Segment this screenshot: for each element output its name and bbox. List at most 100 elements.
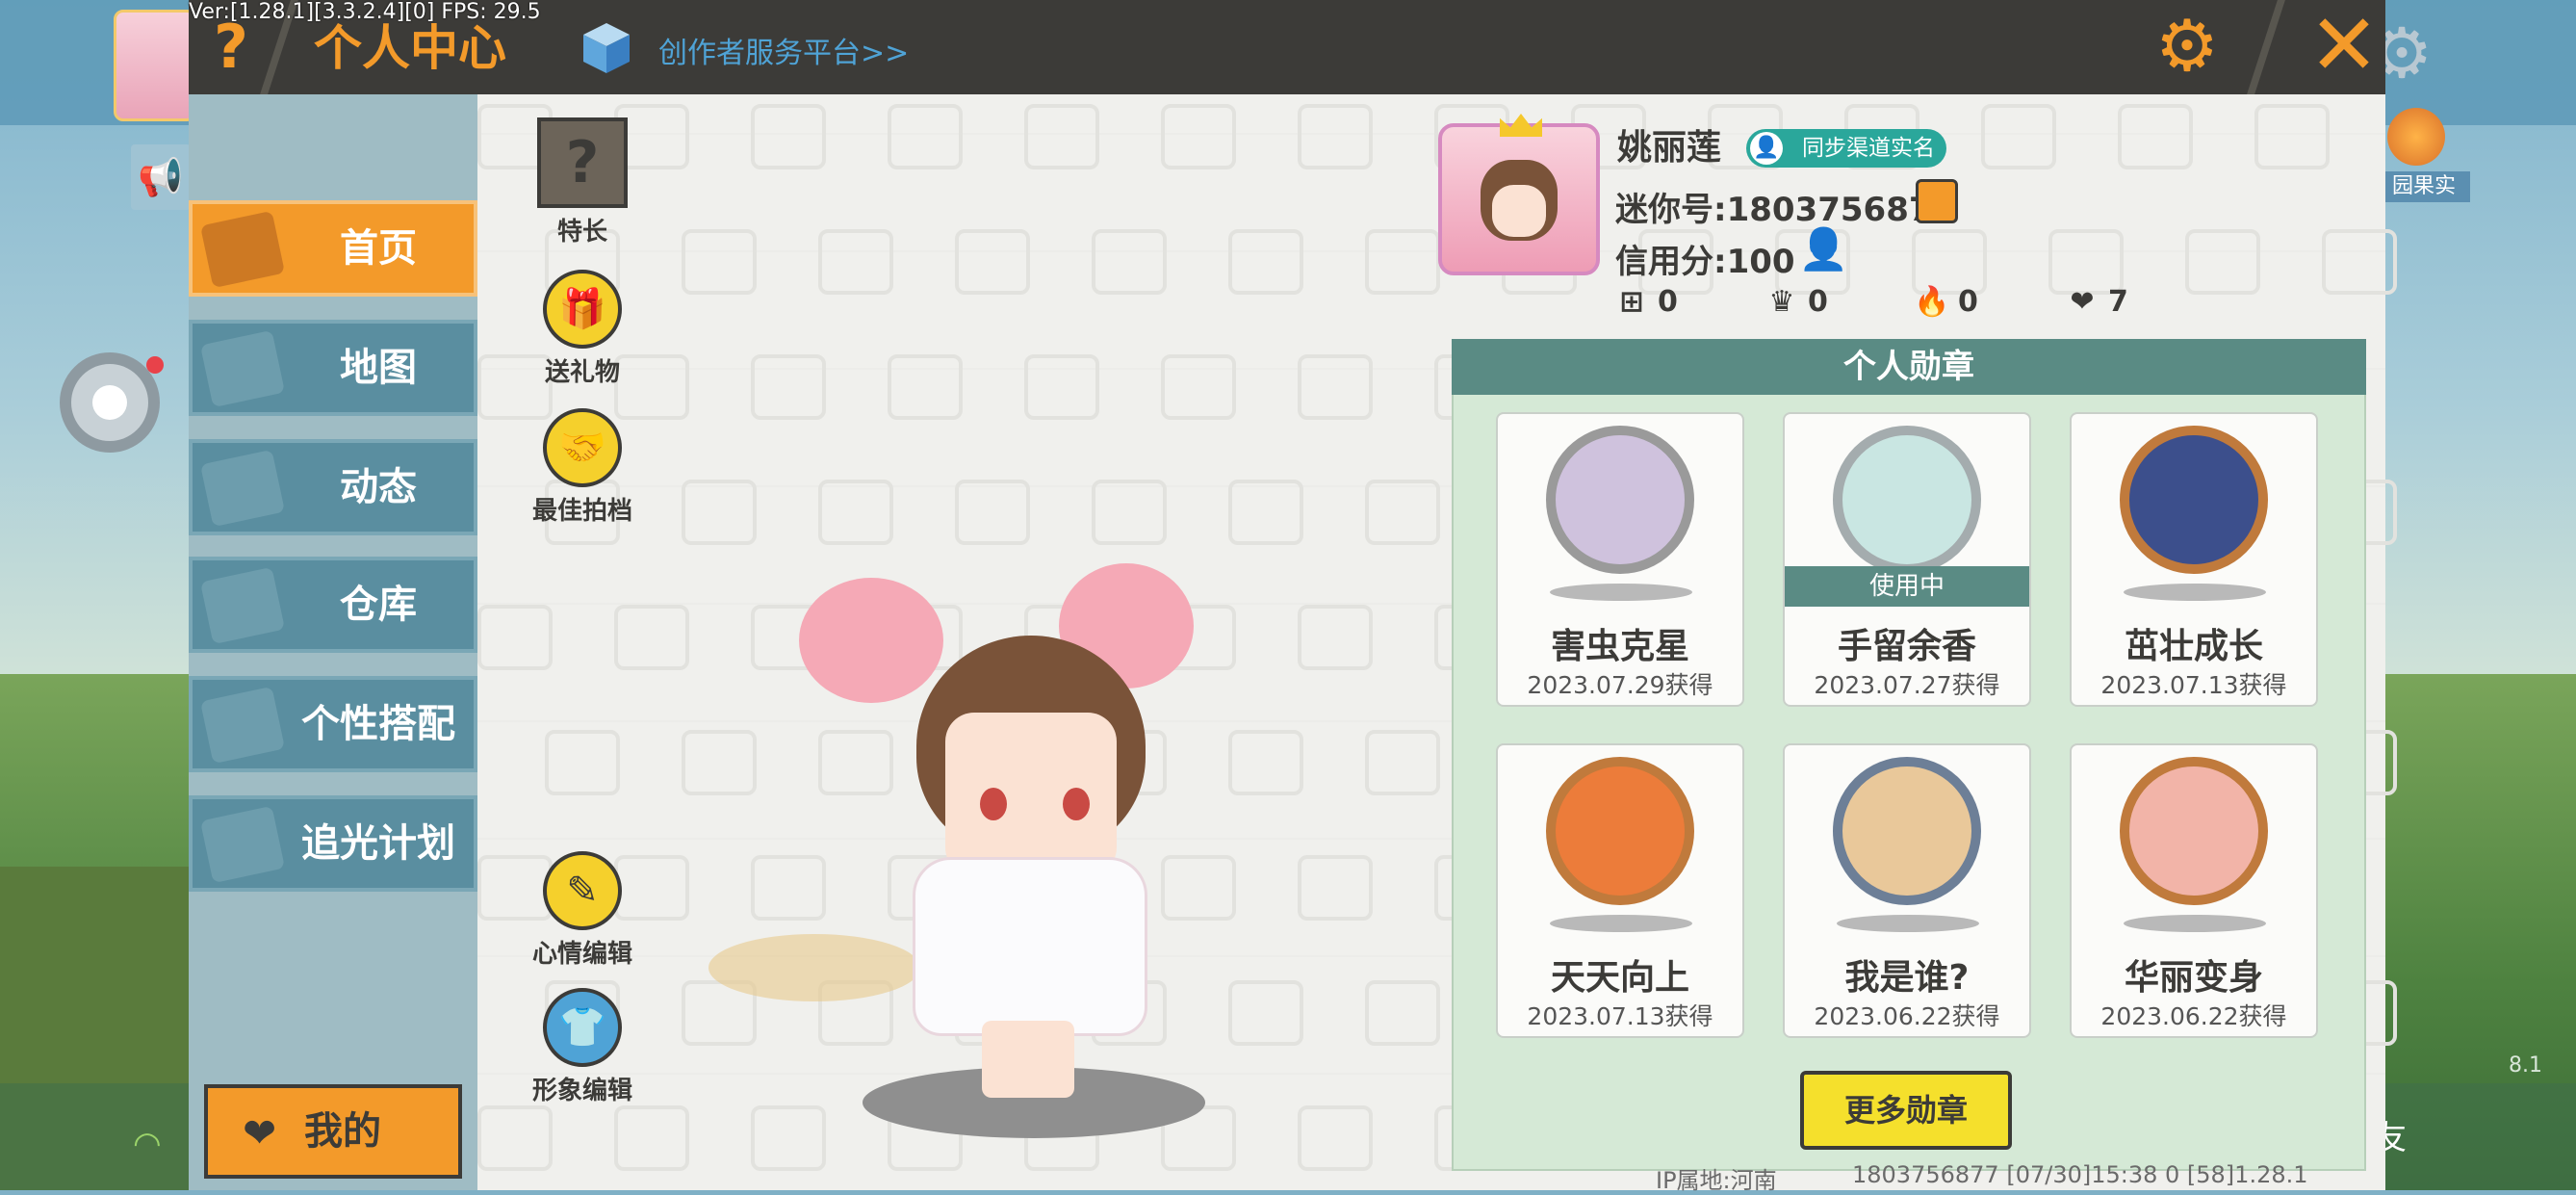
stat-hearts-value: 7 (2108, 285, 2128, 319)
best-partner-button[interactable]: 🤝 最佳拍档 (529, 408, 635, 527)
mood-edit-button[interactable]: ✎ 心情编辑 (529, 851, 635, 970)
medal-card[interactable]: 茁壮成长 2023.07.13获得 (2070, 412, 2318, 707)
pattern-tile (2185, 229, 2260, 295)
sidebar-item-storage[interactable]: 仓库 (189, 557, 477, 653)
pattern-tile (955, 480, 1030, 545)
hud-avatar[interactable] (114, 10, 196, 121)
pattern-tile (1981, 104, 2056, 169)
pattern-tile (477, 605, 553, 670)
medal-date: 2023.07.27获得 (1814, 671, 2000, 699)
pattern-tile (682, 229, 757, 295)
person-icon: 👤 (1750, 132, 1783, 165)
copy-icon[interactable] (1916, 179, 1958, 223)
character-face (945, 713, 1117, 876)
avatar-face (1492, 185, 1546, 237)
stat-add[interactable]: ⊞ 0 (1613, 285, 1677, 319)
pattern-tile (1161, 354, 1236, 420)
appearance-edit-button[interactable]: 👕 形象编辑 (529, 988, 635, 1106)
sidebar-item-label: 首页 (340, 226, 417, 271)
pattern-tile (1365, 730, 1440, 795)
pattern-tile (2254, 104, 2330, 169)
pattern-tile (751, 354, 826, 420)
pattern-tile (2118, 104, 2193, 169)
medal-card[interactable]: 华丽变身 2023.06.22获得 (2070, 743, 2318, 1038)
stat-cheer-value: 0 (1808, 285, 1828, 319)
stat-cheer[interactable]: ♛ 0 (1764, 285, 1828, 319)
realname-label: 同步渠道实名 (1802, 136, 1935, 161)
pattern-tile (955, 229, 1030, 295)
medal-icon (2120, 426, 2268, 574)
sidebar-item-home[interactable]: 首页 (189, 200, 477, 297)
pattern-tile (1298, 354, 1373, 420)
credit-person-icon[interactable]: 👤 (1798, 225, 1848, 273)
realname-badge[interactable]: 👤 同步渠道实名 (1746, 129, 1946, 168)
mood-edit-label: 心情编辑 (531, 940, 632, 969)
sidebar-item-chase-light[interactable]: 追光计划 (189, 795, 477, 892)
medal-name: 手留余香 (1837, 627, 1976, 666)
plan-icon (199, 805, 286, 884)
medal-icon (1833, 426, 1981, 574)
creator-platform-link[interactable]: 创作者服务平台>> (658, 29, 909, 71)
help-button[interactable]: ? (202, 15, 260, 79)
mini-id: 迷你号:1803756877 (1615, 191, 1955, 229)
pattern-tile (614, 1105, 689, 1171)
medal-date: 2023.07.13获得 (2100, 671, 2287, 699)
sidebar-item-feed[interactable]: 动态 (189, 439, 477, 535)
medal-name: 我是谁? (1844, 958, 1970, 998)
pattern-tile (1298, 104, 1373, 169)
joystick[interactable] (60, 352, 164, 453)
medal-shadow (1550, 584, 1692, 601)
character-dress (913, 857, 1147, 1036)
sidebar-item-label: 动态 (340, 465, 417, 509)
pattern-tile (751, 104, 826, 169)
cube-icon (583, 23, 630, 73)
pattern-tile (477, 1105, 553, 1171)
medal-card[interactable]: 天天向上 2023.07.13获得 (1496, 743, 1744, 1038)
pattern-tile (1298, 605, 1373, 670)
medal-icon (1833, 757, 1981, 905)
medal-card[interactable]: 我是谁? 2023.06.22获得 (1783, 743, 2031, 1038)
sidebar-item-label: 追光计划 (301, 821, 455, 866)
pattern-tile (751, 855, 826, 921)
stat-flame[interactable]: 🔥 0 (1914, 285, 1978, 319)
sidebar-item-map[interactable]: 地图 (189, 320, 477, 416)
fruit-label: 园果实 (2378, 171, 2470, 202)
profile-name: 姚丽莲 (1617, 128, 1722, 168)
pattern-tile (1228, 480, 1303, 545)
medal-icon (2120, 757, 2268, 905)
pattern-tile (1298, 855, 1373, 921)
pattern-tile (751, 1105, 826, 1171)
medal-card[interactable]: 害虫克星 2023.07.29获得 (1496, 412, 1744, 707)
sidebar-item-label: 个性搭配 (301, 702, 455, 746)
pattern-tile (1161, 104, 1236, 169)
medal-name: 茁壮成长 (2124, 627, 2263, 666)
medal-name: 害虫克星 (1550, 627, 1689, 666)
shirt-icon: 👕 (543, 988, 622, 1067)
medal-date: 2023.06.22获得 (2100, 1002, 2287, 1030)
megaphone-icon[interactable]: 📢 (131, 144, 191, 210)
medal-icon (1546, 426, 1694, 574)
credit-score: 信用分:100 (1615, 243, 1795, 281)
cheer-icon: ♛ (1768, 285, 1795, 319)
fruit-icon (2387, 108, 2445, 166)
more-medals-button[interactable]: 更多勋章 (1800, 1071, 2012, 1150)
stat-flame-value: 0 (1958, 285, 1978, 319)
medal-header: 个人勋章 (1452, 339, 2366, 395)
edit-icon: ✎ (543, 851, 622, 930)
sidebar-item-outfit[interactable]: 个性搭配 (189, 676, 477, 772)
settings-gear-icon[interactable]: ⚙ (2149, 8, 2226, 85)
medal-date: 2023.06.22获得 (1814, 1002, 2000, 1030)
medal-card[interactable]: 使用中 手留余香 2023.07.27获得 (1783, 412, 2031, 707)
stat-hearts[interactable]: ❤ 7 (2064, 285, 2128, 319)
sidebar-item-label: 地图 (340, 346, 417, 390)
close-button[interactable]: ✕ (2303, 2, 2385, 89)
fruit-shortcut[interactable]: 园果实 (2378, 108, 2470, 204)
medal-name: 天天向上 (1550, 958, 1689, 998)
pattern-tile (1298, 1105, 1373, 1171)
profile-avatar[interactable] (1438, 114, 1600, 275)
send-gift-button[interactable]: 🎁 送礼物 (529, 270, 635, 388)
best-partner-label: 最佳拍档 (531, 497, 632, 526)
mine-button[interactable]: ❤ 我的 (204, 1084, 462, 1179)
background-text-fragment: 8.1 (2509, 1053, 2542, 1078)
talent-button[interactable]: ? 特长 (529, 117, 635, 247)
